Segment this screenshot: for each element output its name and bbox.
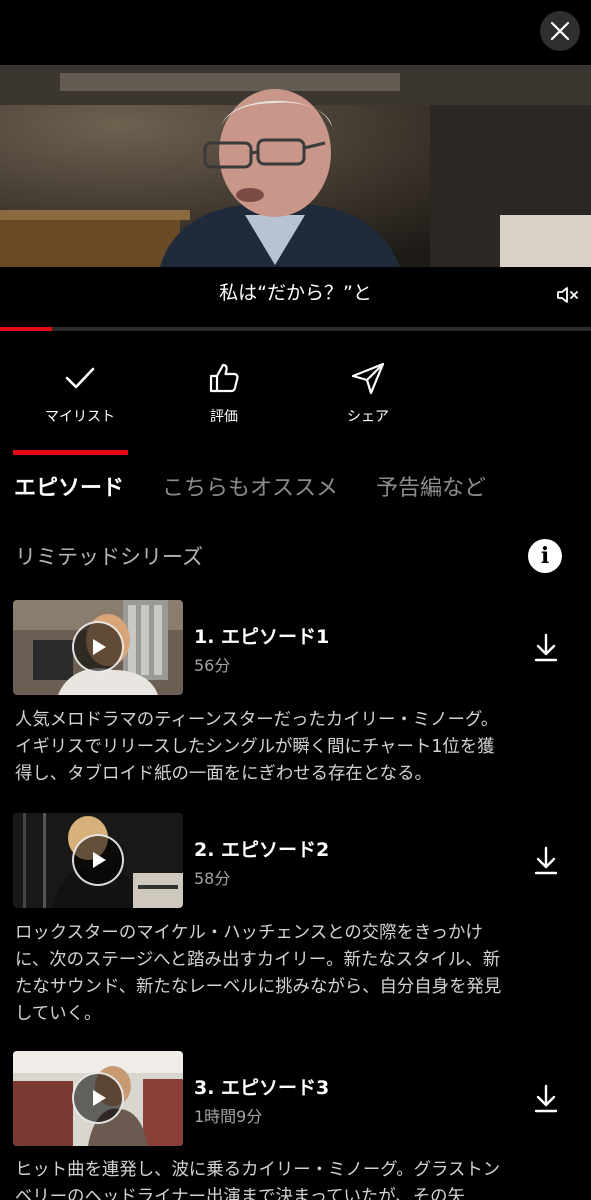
- description-line: 得し、タブロイド紙の一面をにぎわせる存在となる。: [15, 764, 432, 784]
- download-icon: [534, 1084, 558, 1113]
- active-tab-indicator: [13, 450, 128, 455]
- episode-duration: 58分: [194, 869, 231, 888]
- mylist-button[interactable]: マイリスト: [15, 360, 145, 426]
- playback-progress-bar[interactable]: [0, 327, 591, 331]
- episode-duration: 56分: [194, 656, 231, 675]
- episode-description: ロックスターのマイケル・ハッチェンスとの交際をきっかけ に、次のステージへと踏み…: [15, 920, 580, 1028]
- description-line: たなサウンド、新たなレーベルに挑みながら、自分自身を発見: [15, 977, 502, 997]
- series-type-label: リミテッドシリーズ: [15, 545, 203, 569]
- episode-title: 1. エピソード1: [194, 626, 330, 648]
- description-line: ヒット曲を連発し、波に乗るカイリー・ミノーグ。グラストン: [15, 1160, 501, 1180]
- description-line: イギリスでリリースしたシングルが瞬く間にチャート1位を獲: [15, 737, 495, 757]
- video-frame-image: [0, 65, 591, 267]
- play-button[interactable]: [72, 1072, 124, 1124]
- play-icon: [93, 639, 106, 655]
- video-subtitle: 私は“だから？”と: [219, 282, 372, 304]
- episode-description: 人気メロドラマのティーンスターだったカイリー・ミノーグ。 イギリスでリリースした…: [15, 707, 580, 788]
- download-button[interactable]: [532, 633, 560, 663]
- rate-button[interactable]: 評価: [159, 360, 289, 426]
- episode-thumbnail[interactable]: [13, 813, 183, 908]
- check-icon: [65, 367, 95, 389]
- episode-thumbnail[interactable]: [13, 1051, 183, 1146]
- share-button[interactable]: シェア: [303, 360, 433, 426]
- download-button[interactable]: [532, 846, 560, 876]
- close-button[interactable]: [540, 11, 580, 51]
- episode-title: 3. エピソード3: [194, 1077, 330, 1099]
- download-icon: [534, 846, 558, 875]
- episode-thumbnail[interactable]: [13, 600, 183, 695]
- description-line: に、次のステージへと踏み出すカイリー。新たなスタイル、新: [15, 950, 501, 970]
- tab-more-like-this[interactable]: こちらもオススメ: [162, 470, 338, 502]
- share-label: シェア: [347, 409, 389, 425]
- send-icon: [351, 362, 385, 395]
- description-line: 人気メロドラマのティーンスターだったカイリー・ミノーグ。: [15, 710, 499, 730]
- tab-trailers[interactable]: 予告編など: [376, 470, 486, 502]
- thumbs-up-icon: [209, 363, 239, 393]
- episode-title: 2. エピソード2: [194, 839, 330, 861]
- playback-progress-fill: [0, 327, 52, 331]
- description-line: していく。: [15, 1004, 102, 1024]
- play-button[interactable]: [72, 834, 124, 886]
- description-line: ロックスターのマイケル・ハッチェンスとの交際をきっかけ: [15, 923, 483, 943]
- mute-button[interactable]: [556, 284, 582, 306]
- episode-duration: 1時間9分: [194, 1107, 263, 1126]
- download-icon: [534, 633, 558, 662]
- tab-episodes[interactable]: エピソード: [14, 470, 124, 502]
- play-button[interactable]: [72, 621, 124, 673]
- video-player[interactable]: [0, 65, 591, 267]
- top-bar: [0, 0, 591, 65]
- content-tabs: エピソード こちらもオススメ 予告編など: [0, 450, 591, 510]
- episode-description: ヒット曲を連発し、波に乗るカイリー・ミノーグ。グラストン ベリーのヘッドライナー…: [15, 1157, 580, 1200]
- rate-label: 評価: [210, 409, 238, 425]
- description-line: ベリーのヘッドライナー出演まで決まっていたが、その矢: [15, 1187, 465, 1200]
- play-icon: [93, 852, 106, 868]
- speaker-muted-icon: [557, 287, 578, 303]
- info-icon[interactable]: i: [528, 539, 562, 573]
- close-icon: [550, 21, 570, 41]
- play-icon: [93, 1090, 106, 1106]
- mylist-label: マイリスト: [45, 409, 115, 425]
- download-button[interactable]: [532, 1084, 560, 1114]
